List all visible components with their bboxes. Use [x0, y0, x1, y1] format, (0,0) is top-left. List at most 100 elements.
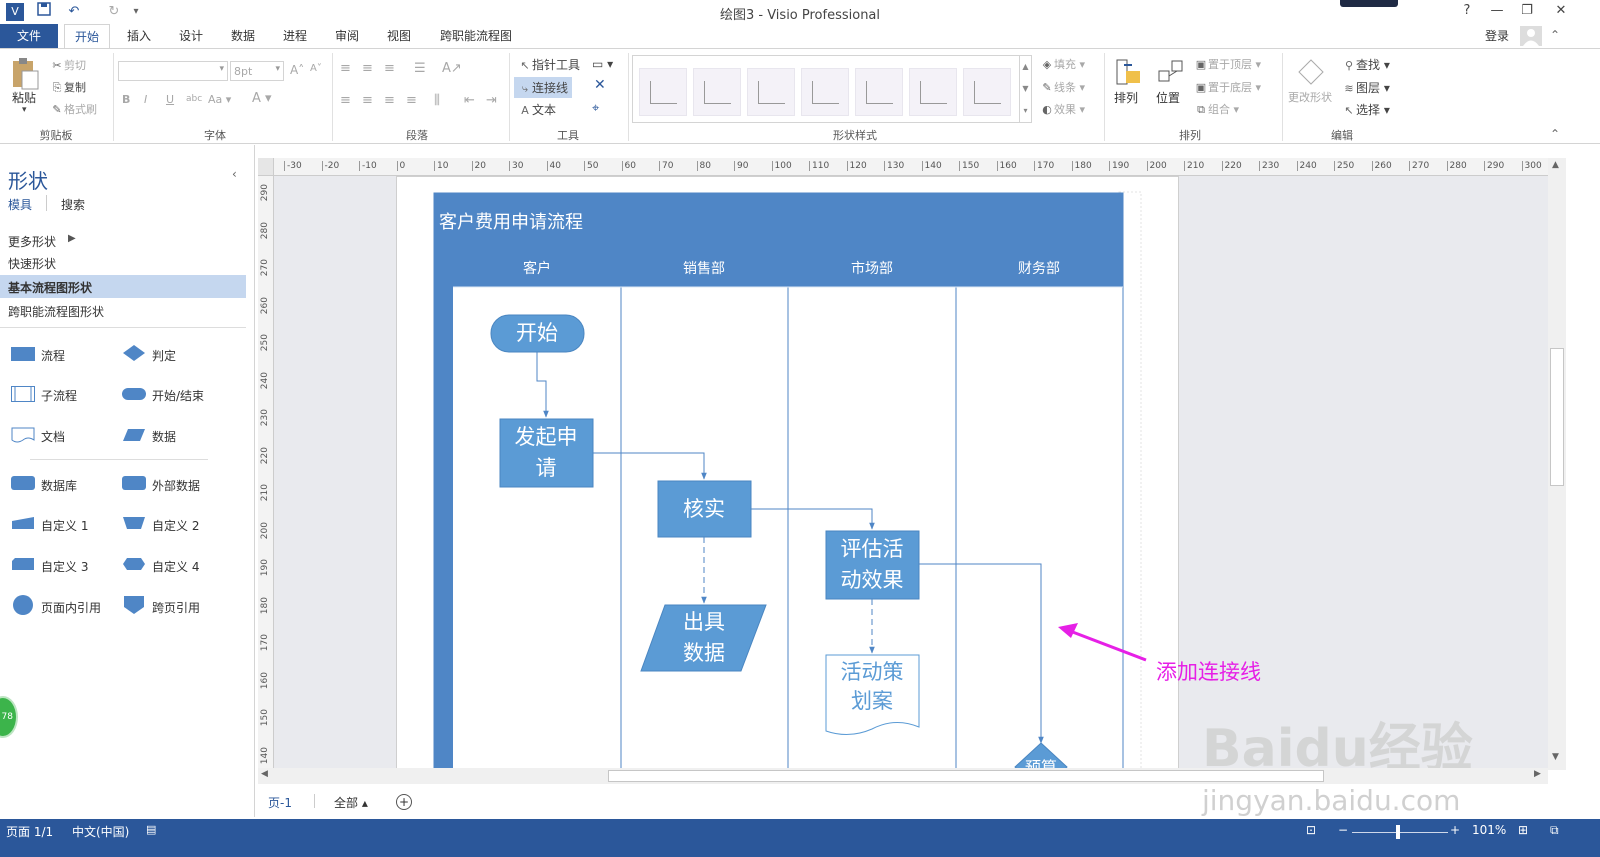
- case-icon[interactable]: Aa ▾: [208, 93, 231, 106]
- restore-icon[interactable]: ❐: [1512, 0, 1542, 24]
- vertical-scroll-thumb[interactable]: [1550, 348, 1564, 486]
- database-shape-icon[interactable]: [11, 476, 35, 490]
- font-size-combo[interactable]: 8pt ▾: [230, 61, 284, 81]
- menu-more-shapes[interactable]: 更多形状: [8, 233, 56, 250]
- external-data-shape-icon[interactable]: [122, 476, 146, 490]
- page-count[interactable]: 页面 1/1: [6, 823, 53, 840]
- menu-cross-functional[interactable]: 跨职能流程图形状: [8, 303, 104, 320]
- collapse-panel-icon[interactable]: ‹: [232, 167, 237, 181]
- scroll-down-icon[interactable]: ▼: [1552, 752, 1559, 762]
- gallery-scroll[interactable]: ▲ ▼ ▾: [1019, 56, 1031, 122]
- close-tool-icon[interactable]: ✕: [594, 77, 606, 93]
- bullets-icon[interactable]: ☰: [414, 61, 426, 76]
- close-icon[interactable]: ✕: [1546, 0, 1576, 24]
- tab-process[interactable]: 进程: [274, 24, 316, 48]
- zoom-out-icon[interactable]: −: [1338, 823, 1348, 837]
- align-middle-icon[interactable]: ≡: [362, 61, 373, 76]
- menu-quick-shapes[interactable]: 快速形状: [8, 255, 56, 272]
- vertical-scrollbar[interactable]: ▲ ▼: [1548, 158, 1566, 770]
- decision-shape-icon[interactable]: [122, 344, 146, 365]
- horizontal-scroll-thumb[interactable]: [608, 770, 1324, 782]
- zoom-slider-thumb[interactable]: [1396, 825, 1400, 839]
- align-left-icon[interactable]: ≡: [340, 93, 351, 108]
- position-button[interactable]: 位置: [1156, 89, 1180, 106]
- paste-icon[interactable]: [10, 57, 40, 91]
- tab-stencils[interactable]: 模具: [8, 196, 32, 213]
- switch-windows-icon[interactable]: ⧉: [1550, 823, 1559, 838]
- fill-button[interactable]: ◈ 填充 ▾: [1040, 56, 1085, 72]
- arrange-icon[interactable]: [1114, 57, 1144, 87]
- language[interactable]: 中文(中国): [72, 823, 129, 840]
- zoom-slider[interactable]: [1352, 832, 1448, 833]
- scroll-up-icon[interactable]: ▲: [1552, 160, 1559, 170]
- format-painter-button[interactable]: ✎ 格式刷: [50, 101, 97, 117]
- subprocess-shape-icon[interactable]: [11, 386, 35, 405]
- bring-to-front-button[interactable]: ▣ 置于顶层 ▾: [1194, 56, 1261, 72]
- tab-insert[interactable]: 插入: [118, 24, 160, 48]
- document-shape-icon[interactable]: [11, 427, 35, 446]
- find-button[interactable]: ⚲ 查找 ▾: [1342, 56, 1390, 73]
- connector-tool-button[interactable]: ⤷ 连接线: [514, 77, 573, 98]
- style-thumb[interactable]: [747, 68, 795, 116]
- tab-view[interactable]: 视图: [378, 24, 420, 48]
- position-icon[interactable]: [1156, 57, 1186, 87]
- custom2-shape-icon[interactable]: [122, 516, 146, 533]
- increase-indent-icon[interactable]: ⇥: [486, 93, 497, 108]
- on-page-reference-shape-icon[interactable]: [13, 595, 33, 615]
- drawing-canvas[interactable]: 客户费用申请流程 客户 销售部 市场部 财务部 开始 发起申请 核实 评估活动效…: [274, 176, 1548, 770]
- select-button[interactable]: ↖ 选择 ▾: [1342, 101, 1389, 118]
- font-name-combo[interactable]: ▾: [118, 61, 228, 81]
- zoom-in-icon[interactable]: +: [1450, 823, 1460, 837]
- tab-data[interactable]: 数据: [222, 24, 264, 48]
- horizontal-scrollbar[interactable]: ◀ ▶: [258, 768, 1548, 784]
- custom4-shape-icon[interactable]: [122, 557, 146, 574]
- process-shape-icon[interactable]: [11, 347, 35, 361]
- help-icon[interactable]: ?: [1452, 0, 1482, 24]
- tab-home[interactable]: 开始: [64, 24, 110, 49]
- fit-page-icon[interactable]: ⊞: [1518, 823, 1528, 837]
- distribute-icon[interactable]: ⫼: [434, 93, 440, 108]
- align-center-icon[interactable]: ≡: [362, 93, 373, 108]
- page-tab-1[interactable]: 页-1: [268, 794, 292, 811]
- shrink-font-icon[interactable]: A˅: [310, 63, 322, 74]
- data-shape-icon[interactable]: [122, 428, 146, 445]
- justify-icon[interactable]: ≡: [406, 93, 417, 108]
- rectangle-tool-icon[interactable]: ▭ ▾: [592, 57, 613, 71]
- change-shape-button[interactable]: 更改形状: [1288, 89, 1332, 105]
- all-pages-button[interactable]: 全部 ▴: [334, 794, 368, 811]
- style-thumb[interactable]: [963, 68, 1011, 116]
- avatar[interactable]: [1520, 26, 1542, 46]
- arrange-button[interactable]: 排列: [1114, 89, 1138, 106]
- style-thumb[interactable]: [639, 68, 687, 116]
- send-to-back-button[interactable]: ▣ 置于底层 ▾: [1194, 79, 1261, 95]
- minimize-icon[interactable]: —: [1482, 0, 1512, 24]
- tab-design[interactable]: 设计: [170, 24, 212, 48]
- decrease-indent-icon[interactable]: ⇤: [464, 93, 475, 108]
- macro-icon[interactable]: ▤: [146, 823, 156, 836]
- style-thumb[interactable]: [801, 68, 849, 116]
- custom1-shape-icon[interactable]: [11, 516, 35, 533]
- style-thumb[interactable]: [855, 68, 903, 116]
- grow-font-icon[interactable]: A˄: [290, 63, 304, 77]
- ribbon-collapse-icon[interactable]: ⌃: [1550, 127, 1560, 141]
- text-direction-icon[interactable]: A↗: [442, 61, 462, 76]
- scroll-left-icon[interactable]: ◀: [261, 769, 268, 779]
- tab-file[interactable]: 文件: [0, 24, 58, 48]
- align-bottom-icon[interactable]: ≡: [384, 61, 395, 76]
- layers-button[interactable]: ≋ 图层 ▾: [1342, 79, 1389, 96]
- paste-button[interactable]: 粘贴: [12, 89, 36, 106]
- italic-icon[interactable]: I: [144, 93, 147, 106]
- add-page-icon[interactable]: +: [396, 794, 412, 810]
- group-button[interactable]: ⧉ 组合 ▾: [1194, 101, 1239, 117]
- font-color-icon[interactable]: A ▾: [252, 91, 272, 106]
- connection-point-icon[interactable]: ⌖: [592, 101, 599, 116]
- cut-button[interactable]: ✂ 剪切: [50, 57, 86, 73]
- strikethrough-icon[interactable]: abc: [186, 94, 202, 104]
- style-thumb[interactable]: [693, 68, 741, 116]
- menu-basic-flowchart[interactable]: 基本流程图形状: [8, 279, 92, 296]
- bold-icon[interactable]: B: [122, 93, 130, 106]
- off-page-reference-shape-icon[interactable]: [122, 595, 146, 618]
- underline-icon[interactable]: U: [166, 93, 174, 106]
- change-shape-icon[interactable]: [1296, 57, 1326, 87]
- paste-dropdown-icon[interactable]: ▾: [22, 105, 27, 115]
